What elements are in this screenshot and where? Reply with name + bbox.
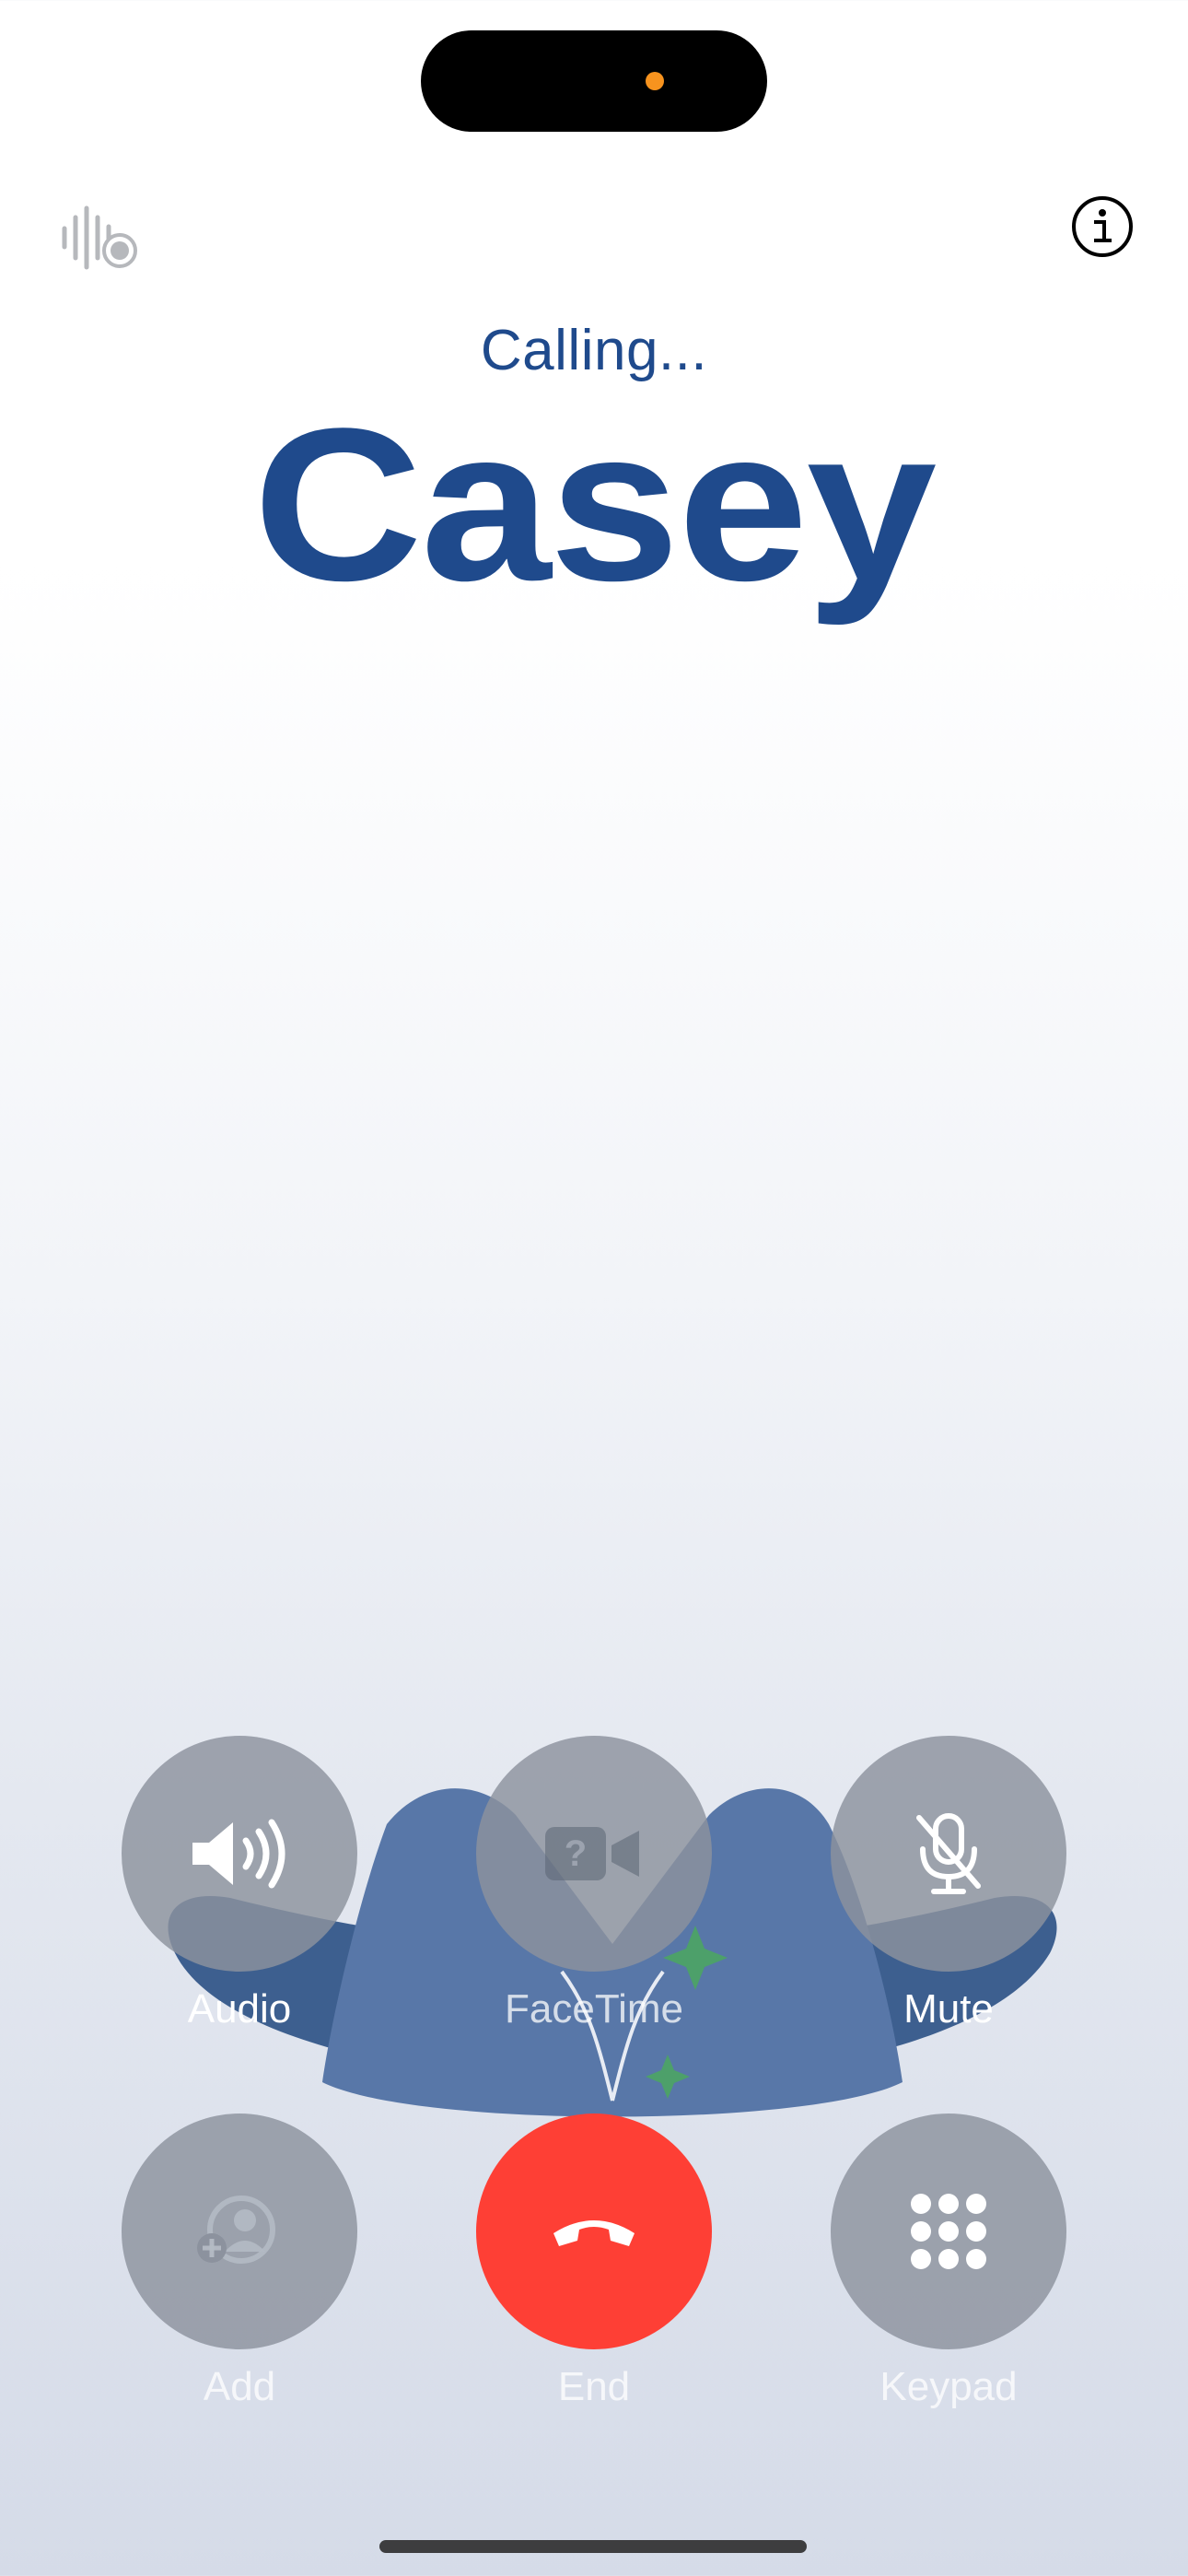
mute-button[interactable]: Mute: [831, 1736, 1066, 2049]
caller-name: Casey: [252, 383, 937, 626]
add-person-icon: [197, 2195, 275, 2264]
speaker-icon: [192, 1819, 285, 1889]
mute-button-circle[interactable]: [831, 1736, 1066, 1972]
keypad-button[interactable]: Keypad: [831, 2113, 1066, 2427]
end-label: End: [557, 2364, 631, 2409]
add-button[interactable]: Add: [122, 2113, 357, 2427]
audio-button-circle[interactable]: [122, 1736, 357, 1972]
privacy-indicator-dot: [646, 72, 664, 90]
audio-button[interactable]: Audio: [122, 1736, 357, 2049]
microphone-slash-icon: [916, 1813, 981, 1894]
add-label: Add: [203, 2364, 276, 2409]
call-status: Calling...: [480, 319, 708, 382]
keypad-label: Keypad: [879, 2364, 1018, 2409]
phone-hangup-icon: [553, 2220, 635, 2246]
facetime-button[interactable]: ? FaceTime: [476, 1736, 712, 2049]
facetime-label: FaceTime: [505, 1986, 683, 2032]
audio-label: Audio: [187, 1986, 292, 2032]
end-call-button[interactable]: End: [476, 2113, 712, 2427]
end-call-button-circle[interactable]: [476, 2113, 712, 2349]
info-icon[interactable]: [1070, 194, 1135, 259]
keypad-icon: [911, 2194, 986, 2269]
facetime-button-circle[interactable]: ?: [476, 1736, 712, 1972]
dynamic-island: [421, 30, 767, 132]
svg-text:?: ?: [565, 1833, 587, 1874]
home-indicator[interactable]: [379, 2540, 807, 2553]
keypad-button-circle[interactable]: [831, 2113, 1066, 2349]
add-button-circle[interactable]: [122, 2113, 357, 2349]
audio-waveform-icon[interactable]: [59, 205, 142, 271]
video-camera-icon: ?: [545, 1827, 639, 1880]
mute-label: Mute: [903, 1986, 994, 2032]
